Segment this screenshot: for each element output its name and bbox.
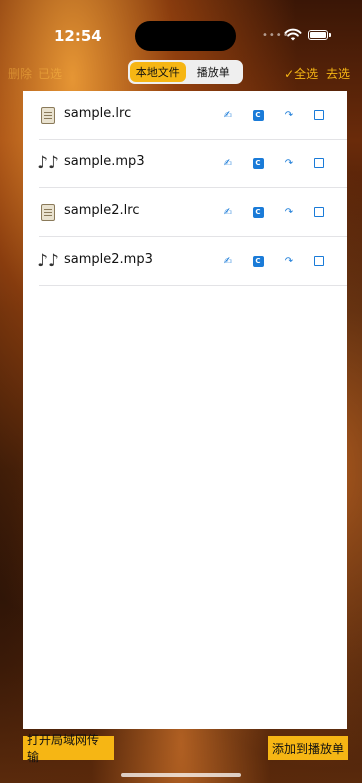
music-note-icon: ♪♪ xyxy=(37,153,59,173)
toolbar-right-actions: ✓全选 去选 xyxy=(280,65,350,82)
redo-icon[interactable]: ↷ xyxy=(282,254,296,268)
segmented-control: 本地文件 播放单 xyxy=(128,60,243,84)
redo-icon[interactable]: ↷ xyxy=(282,108,296,122)
music-note-icon: ♪♪ xyxy=(37,251,59,271)
copy-badge-icon[interactable]: C xyxy=(251,156,265,170)
file-name: sample.mp3 xyxy=(64,154,145,169)
copy-badge-icon[interactable]: C xyxy=(251,205,265,219)
redo-icon[interactable]: ↷ xyxy=(282,156,296,170)
select-all-button[interactable]: ✓全选 xyxy=(284,67,318,81)
delete-button[interactable]: 删除 xyxy=(8,67,32,81)
toolbar-left-actions: 删除 已选 xyxy=(8,65,68,82)
file-row[interactable]: ♪♪ sample2.mp3 ✍ C ↷ xyxy=(37,237,347,286)
rename-icon[interactable]: ✍ xyxy=(221,205,235,219)
file-row[interactable]: sample.lrc ✍ C ↷ xyxy=(39,91,347,140)
checkbox-icon[interactable] xyxy=(312,254,326,268)
file-list: sample.lrc ✍ C ↷ ♪♪ sample.mp3 ✍ C ↷ sam… xyxy=(23,91,347,729)
wifi-icon xyxy=(284,28,302,41)
file-name: sample.lrc xyxy=(64,106,132,121)
status-time: 12:54 xyxy=(54,27,102,45)
tab-playlist[interactable]: 播放单 xyxy=(186,62,242,82)
file-row[interactable]: ♪♪ sample.mp3 ✍ C ↷ xyxy=(37,139,347,188)
home-indicator[interactable] xyxy=(121,773,241,777)
document-icon xyxy=(39,105,57,125)
rename-icon[interactable]: ✍ xyxy=(221,108,235,122)
open-lan-transfer-button[interactable]: 打开局域网传输 xyxy=(23,733,114,764)
document-icon xyxy=(39,202,57,222)
checkbox-icon[interactable] xyxy=(312,205,326,219)
rename-icon[interactable]: ✍ xyxy=(221,156,235,170)
file-name: sample2.mp3 xyxy=(64,252,153,267)
file-name: sample2.lrc xyxy=(64,203,140,218)
redo-icon[interactable]: ↷ xyxy=(282,205,296,219)
tab-local-files[interactable]: 本地文件 xyxy=(130,62,186,82)
rename-icon[interactable]: ✍ xyxy=(221,254,235,268)
dynamic-island xyxy=(135,21,236,51)
copy-badge-icon[interactable]: C xyxy=(251,108,265,122)
checkbox-icon[interactable] xyxy=(312,156,326,170)
top-toolbar: 删除 已选 本地文件 播放单 ✓全选 去选 xyxy=(0,60,362,86)
battery-icon xyxy=(308,30,331,40)
file-row[interactable]: sample2.lrc ✍ C ↷ xyxy=(39,188,347,237)
selected-button[interactable]: 已选 xyxy=(38,67,62,81)
add-to-playlist-button[interactable]: 添加到播放单 xyxy=(268,736,348,760)
copy-badge-icon[interactable]: C xyxy=(251,254,265,268)
checkbox-icon[interactable] xyxy=(312,108,326,122)
deselect-button[interactable]: 去选 xyxy=(326,67,350,81)
